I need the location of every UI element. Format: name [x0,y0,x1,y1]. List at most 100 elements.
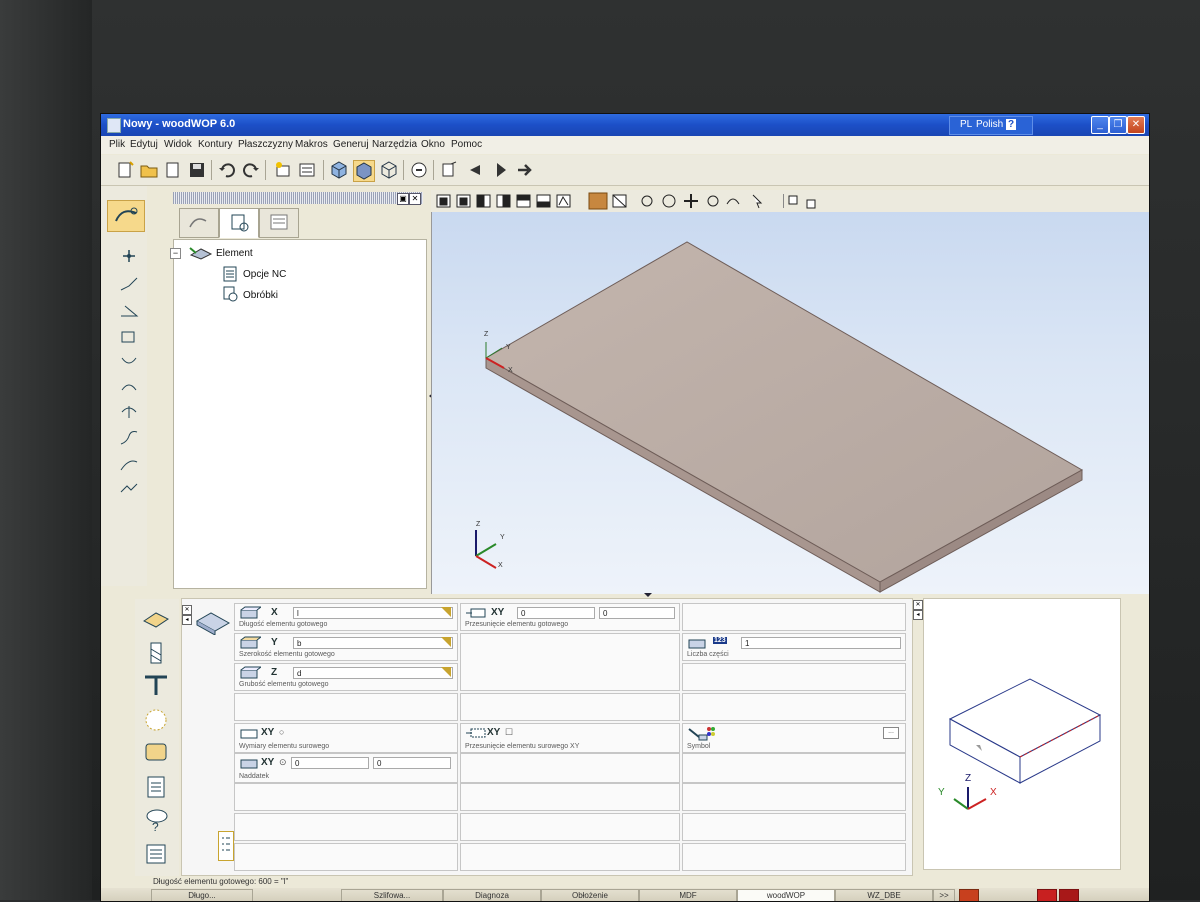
thickness-icon [240,666,261,679]
menu-plik[interactable]: Plik [109,139,125,150]
menu-widok[interactable]: Widok [164,139,192,150]
task-dlugo[interactable]: Długo... [151,889,253,901]
tree-node-element[interactable]: Element [216,248,253,259]
parts-input[interactable]: 1 [741,637,901,649]
drill-tool-icon[interactable] [145,641,167,665]
allowance-radio[interactable]: ⊙ [279,757,287,768]
props-close-icon[interactable]: ✕ [182,605,192,615]
symbol-browse-button[interactable]: ... [883,727,899,739]
task-more[interactable]: >> [933,889,955,901]
task-szlifowa[interactable]: Szlifowa... [341,889,443,901]
menu-plaszczyzny[interactable]: Płaszczyzny [238,139,293,150]
arc-ccw-tool-icon[interactable] [119,378,139,394]
measure-tool-icon[interactable] [787,192,823,210]
arrow-left-icon[interactable] [465,160,485,180]
cube-wire-icon[interactable] [379,160,399,180]
preview-collapse-icon[interactable]: ◂ [913,610,923,620]
curve-tool-icon[interactable] [119,456,139,472]
menu-generuj[interactable]: Generuj [333,139,369,150]
task-woodwop[interactable]: woodWOP [737,889,835,901]
tray-alert-icon[interactable] [959,889,979,901]
zoom-icon [641,195,653,207]
allowance-y-input[interactable]: 0 [373,757,451,769]
raw-offset-checkbox[interactable]: ☐ [505,727,513,738]
cube-solid-icon[interactable] [353,160,375,182]
menu-makros[interactable]: Makros [295,139,328,150]
undo-icon[interactable] [217,160,237,180]
workpiece-tool-icon[interactable] [141,607,171,631]
props-collapse-icon[interactable]: ◂ [182,615,192,625]
tree-panel-pin-icon[interactable]: ▣ [397,193,409,205]
menu-okno[interactable]: Okno [421,139,445,150]
menu-pomoc[interactable]: Pomoc [451,139,482,150]
tree-node-nc-options[interactable]: Opcje NC [243,269,286,280]
props-list-button[interactable] [218,831,234,861]
line-tool-icon[interactable] [119,276,139,292]
task-mdf[interactable]: MDF [639,889,737,901]
tab-processing[interactable] [219,208,259,238]
allowance-x-input[interactable]: 0 [291,757,369,769]
menu-edytuj[interactable]: Edytuj [130,139,158,150]
parts-key: 123 [713,637,727,644]
language-indicator[interactable]: PL Polish ? [949,116,1033,135]
menu-narzedzia[interactable]: Narzędzia [372,139,417,150]
point-tool-icon[interactable] [119,248,139,264]
saw-tool-icon[interactable] [143,673,169,697]
tree-collapse-icon[interactable]: − [170,248,181,259]
offset-y-input[interactable]: 0 [599,607,675,619]
splitter-down-arrow-icon[interactable] [644,593,652,597]
element-list-icon[interactable] [297,160,317,180]
arrow-right-icon[interactable] [515,160,535,180]
tree-panel-header [173,192,423,204]
help-comment-icon[interactable]: ? [143,807,169,833]
tray-stop-icon[interactable] [1037,889,1057,901]
thickness-input[interactable]: d [293,667,453,679]
menu-kontury[interactable]: Kontury [198,139,232,150]
tree-panel-close-icon[interactable]: ✕ [409,193,421,205]
play-icon[interactable] [491,160,511,180]
raw-size-radio[interactable]: ○ [279,727,284,737]
new-element-icon[interactable] [273,160,293,180]
new-file-icon[interactable] [115,160,135,180]
variables-list-icon[interactable] [145,843,167,865]
arc-center-tool-icon[interactable] [119,404,139,420]
arc-tool-icon[interactable] [119,328,139,344]
arc-cw-tool-icon[interactable] [119,352,139,368]
width-input[interactable]: b [293,637,453,649]
router-tool-icon[interactable] [143,707,169,733]
empty-cell [682,783,906,811]
3d-viewport[interactable]: Z Y X Z Y X [431,212,1149,594]
offset-x-input[interactable]: 0 [517,607,595,619]
close-button[interactable]: ✕ [1127,116,1145,134]
language-name: Polish [976,119,1004,130]
preview-close-icon[interactable]: ✕ [913,600,923,610]
contour-tool-icon[interactable] [119,480,139,496]
tray-exit-icon[interactable] [1059,889,1079,901]
window-title: Nowy - woodWOP 6.0 [123,118,236,130]
minimize-button[interactable]: _ [1091,116,1109,134]
tree-node-processing[interactable]: Obróbki [243,290,278,301]
open-folder-icon[interactable] [139,160,159,180]
length-input[interactable]: l [293,607,453,619]
redo-icon[interactable] [241,160,261,180]
save-icon[interactable] [187,160,207,180]
maximize-button[interactable]: ❐ [1109,116,1127,134]
select-tool-button[interactable] [107,200,145,232]
view-left-icon [476,194,491,208]
spline-tool-icon[interactable] [119,430,139,446]
cube-view-icon[interactable] [329,160,349,180]
edge-tool-icon[interactable] [143,741,169,763]
workpiece-props-icon [195,612,231,635]
screen: Nowy - woodWOP 6.0 PL Polish ? _ ❐ ✕ Pli… [100,113,1150,902]
task-diagnoza[interactable]: Diagnoza [443,889,541,901]
tab-contours[interactable] [179,208,219,238]
generate-nc-icon[interactable] [409,160,429,180]
new-document-icon[interactable] [163,160,183,180]
tab-variables[interactable] [259,208,299,238]
language-help-icon[interactable]: ? [1006,119,1017,130]
tool-settings-icon[interactable] [439,160,459,180]
task-wz-dbe[interactable]: WZ_DBE [835,889,933,901]
angle-tool-icon[interactable] [119,302,139,318]
nc-code-icon[interactable] [145,775,167,799]
task-oblozenie[interactable]: Obłożenie [541,889,639,901]
